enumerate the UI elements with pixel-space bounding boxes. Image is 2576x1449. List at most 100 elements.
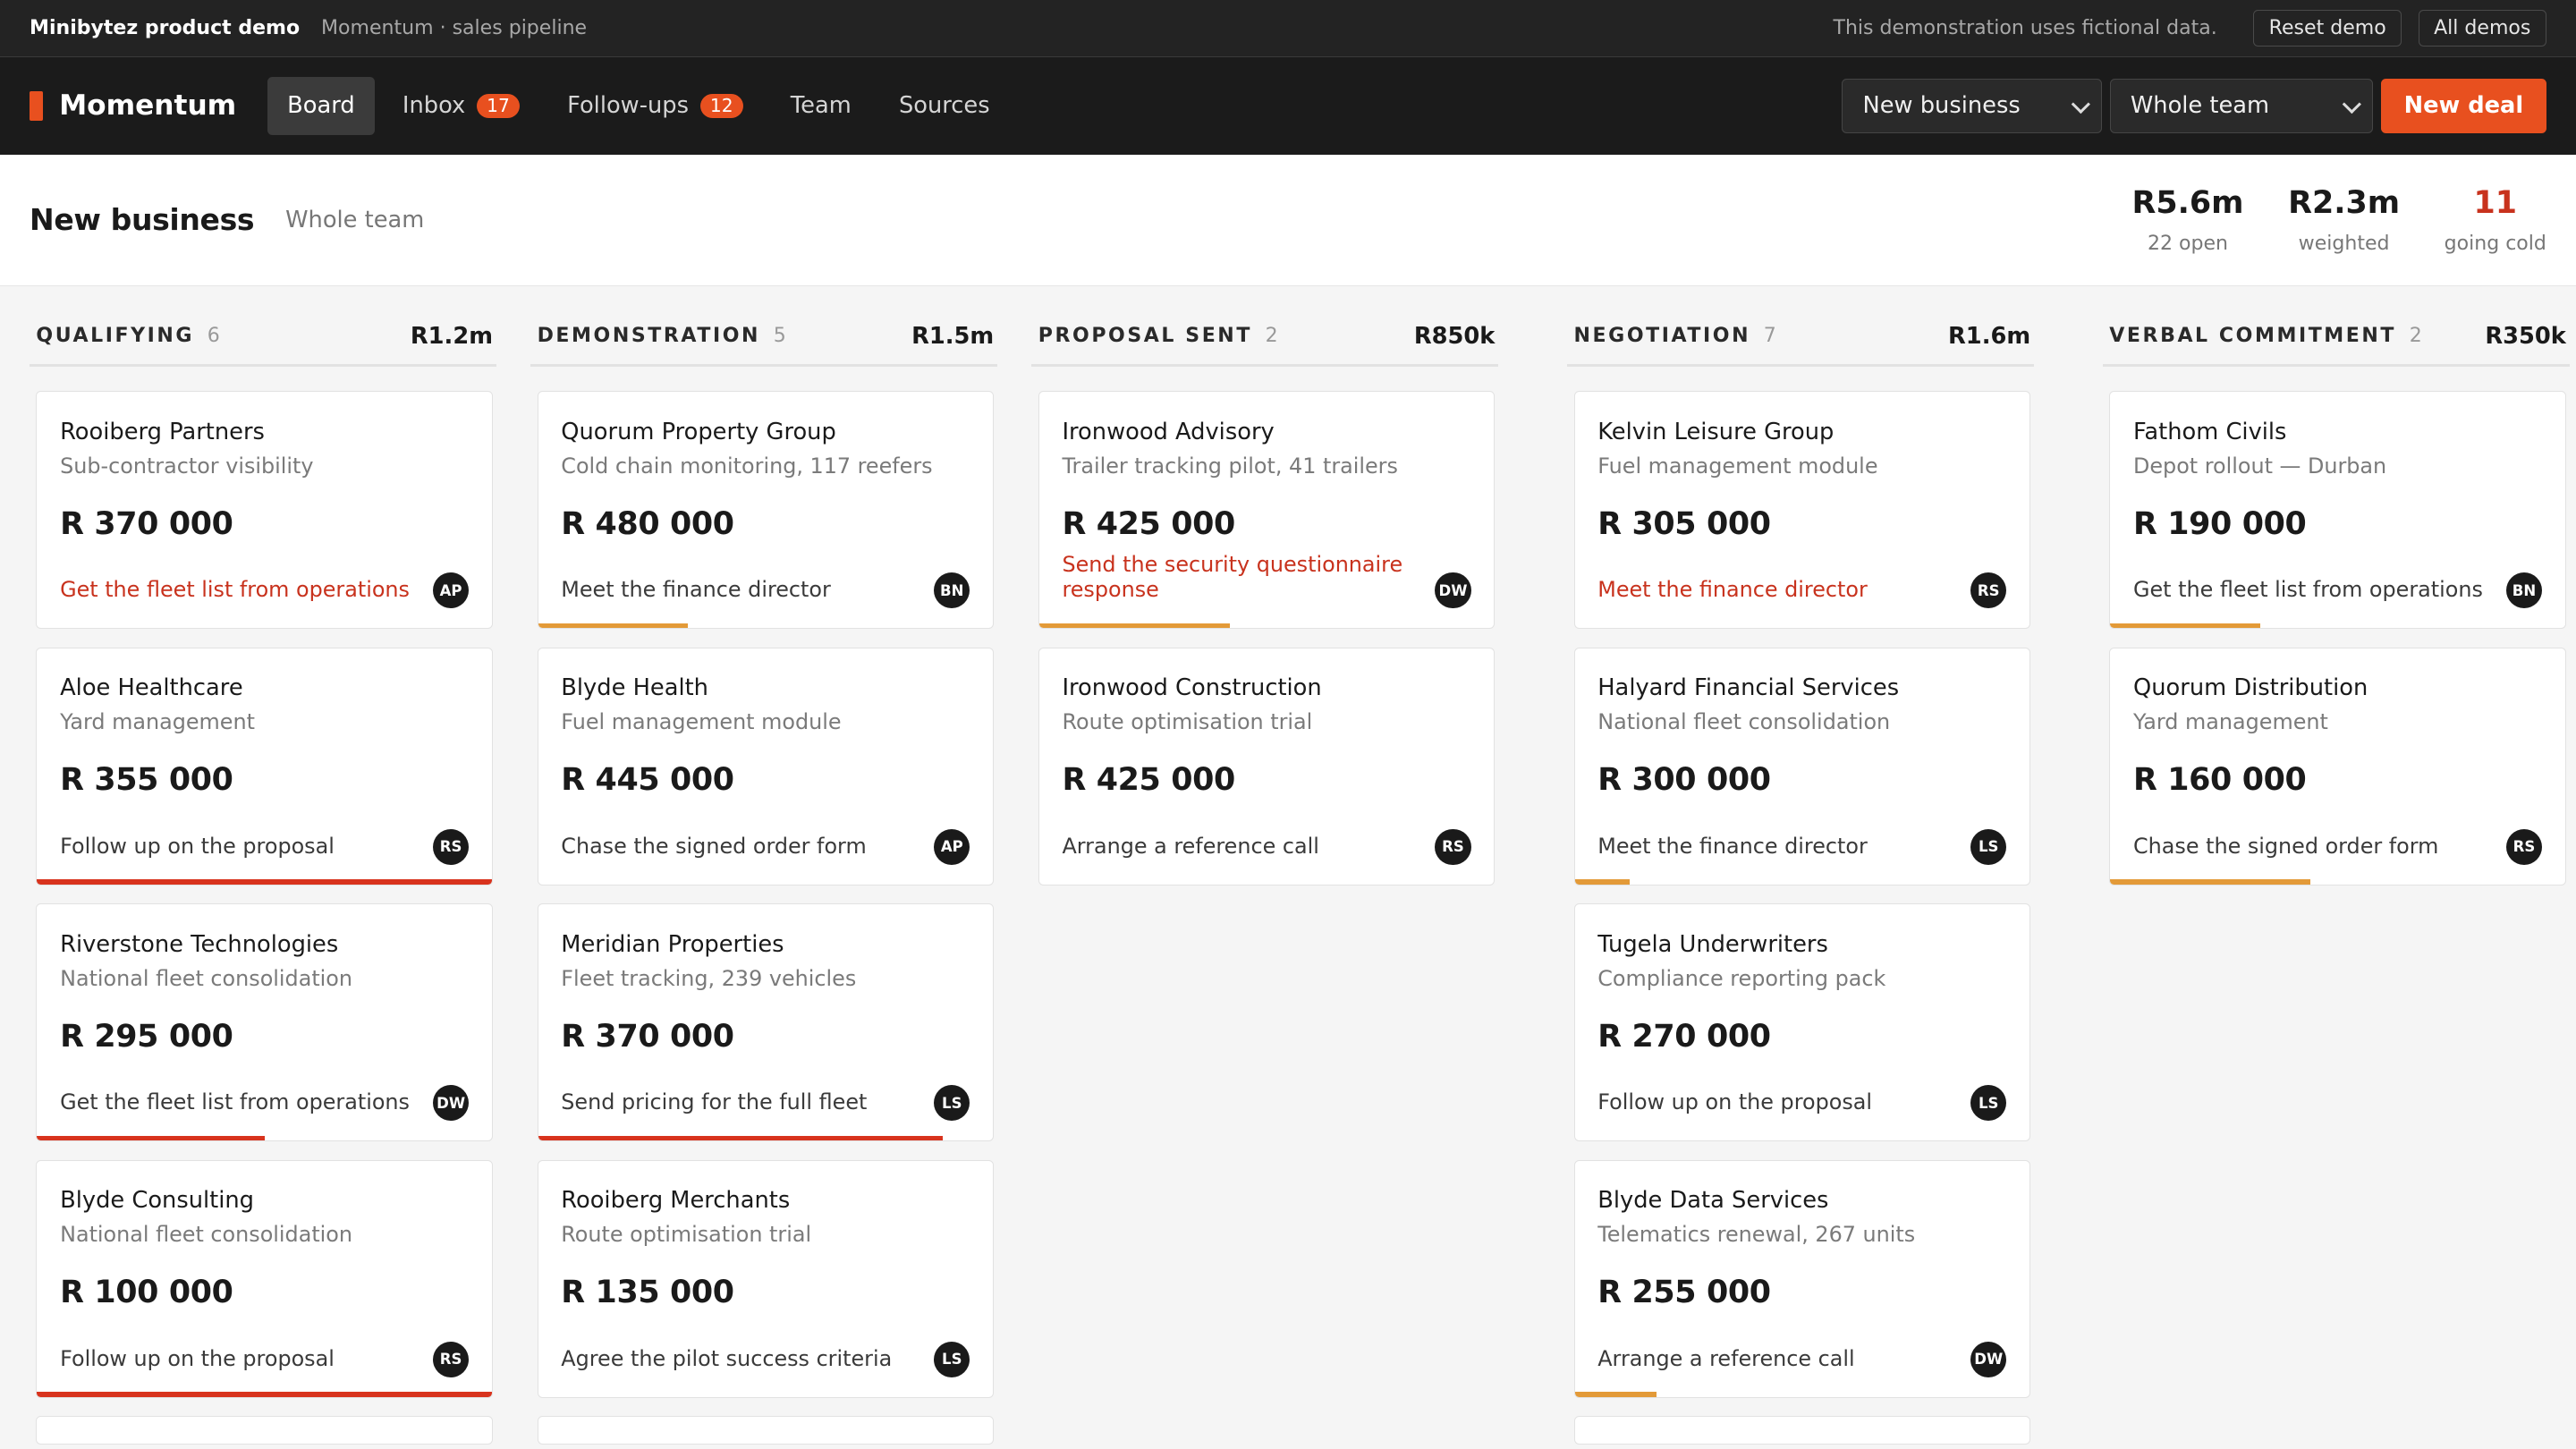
owner-avatar[interactable]: DW — [1435, 572, 1471, 609]
chevron-down-icon — [2072, 95, 2091, 114]
nav-sources[interactable]: Sources — [879, 77, 1010, 134]
nav-board[interactable]: Board — [267, 77, 375, 135]
owner-avatar[interactable]: LS — [934, 1341, 970, 1377]
owner-avatar[interactable]: DW — [1970, 1341, 2007, 1377]
team-select[interactable]: Whole team — [2109, 79, 2373, 133]
deal-description: Fuel management module — [561, 709, 842, 735]
pipeline-select[interactable]: New business — [1842, 79, 2102, 133]
stat-going-cold[interactable]: 11 going cold — [2445, 185, 2546, 255]
owner-avatar[interactable]: BN — [2505, 572, 2543, 609]
app-logo[interactable]: Momentum — [30, 89, 236, 122]
pipeline-column: VERBAL COMMITMENT 2 R350k Fathom Civils Depo… — [2102, 309, 2570, 903]
stat-weighted-label: weighted — [2298, 232, 2390, 255]
owner-avatar[interactable]: AP — [934, 828, 970, 865]
logo-mark-icon — [30, 90, 43, 121]
owner-avatar[interactable]: RS — [432, 828, 470, 865]
pipeline-select-value: New business — [1862, 92, 2021, 120]
deal-next-action: Meet the finance director — [561, 577, 831, 603]
pipeline-column: NEGOTIATION 7 R1.6m Kelvin Leisure Group Fue… — [1567, 309, 2034, 1449]
deal-next-action: Arrange a reference call — [1062, 833, 1319, 859]
deal-card[interactable]: Quorum Property Group Cold chain monitori… — [537, 391, 995, 630]
owner-avatar[interactable]: RS — [2505, 828, 2543, 865]
deal-age-bar — [37, 879, 492, 885]
deal-amount: R 255 000 — [1597, 1275, 1771, 1311]
deal-next-action: Follow up on the proposal — [60, 1345, 335, 1371]
column-count: 6 — [207, 325, 220, 348]
deal-description: Cold chain monitoring, 117 reefers — [561, 453, 933, 479]
deal-card[interactable]: Kelvin Leisure Group Fuel management modu… — [1573, 391, 2031, 630]
page-scope: Whole team — [285, 206, 425, 233]
deal-card-partial[interactable] — [36, 1416, 493, 1445]
deal-card[interactable]: Blyde Health Fuel management module R 445 … — [537, 647, 995, 886]
pipeline-column: DEMONSTRATION 5 R1.5m Quorum Property Group… — [530, 309, 997, 1449]
owner-avatar[interactable]: RS — [1435, 828, 1471, 865]
column-count: 5 — [773, 325, 786, 348]
deal-age-bar — [1574, 1392, 1657, 1397]
followups-count-badge: 12 — [699, 93, 743, 119]
owner-avatar[interactable]: LS — [934, 1085, 970, 1122]
column-count: 7 — [1763, 325, 1776, 348]
owner-avatar[interactable]: RS — [432, 1341, 470, 1377]
deal-card[interactable]: Rooiberg Partners Sub-contractor visibili… — [36, 391, 493, 630]
deal-age-bar — [37, 1392, 492, 1397]
owner-avatar[interactable]: AP — [432, 572, 470, 609]
all-demos-button[interactable]: All demos — [2418, 9, 2546, 47]
owner-avatar[interactable]: BN — [934, 572, 970, 609]
owner-avatar[interactable]: LS — [1970, 828, 2007, 865]
page-header: New business Whole team R5.6m 22 open R2… — [0, 154, 2576, 286]
deal-next-action: Arrange a reference call — [1597, 1345, 1855, 1371]
deal-age-bar — [538, 1135, 944, 1141]
inbox-count-badge: 17 — [477, 93, 520, 119]
owner-avatar[interactable]: RS — [1970, 572, 2007, 609]
stat-open-value: R5.6m — [2131, 184, 2244, 221]
column-total: R1.6m — [1948, 322, 2031, 350]
deal-card[interactable]: Meridian Properties Fleet tracking, 239 v… — [537, 903, 995, 1142]
deal-card[interactable]: Aloe Healthcare Yard management R 355 000 F… — [36, 647, 493, 886]
deal-age-bar — [1038, 623, 1231, 629]
new-deal-button[interactable]: New deal — [2380, 79, 2546, 133]
deal-company: Halyard Financial Services — [1597, 674, 1900, 702]
nav-board-label: Board — [287, 92, 355, 120]
deal-amount: R 370 000 — [561, 1018, 734, 1055]
owner-avatar[interactable]: DW — [432, 1085, 470, 1122]
nav-followups-label: Follow-ups — [567, 92, 689, 120]
deal-amount: R 160 000 — [2133, 762, 2307, 799]
page-title: New business — [30, 202, 255, 238]
reset-demo-button[interactable]: Reset demo — [2253, 9, 2402, 47]
deal-age-bar — [2110, 623, 2261, 629]
deal-amount: R 370 000 — [60, 505, 233, 542]
deal-card[interactable]: Ironwood Construction Route optimisation … — [1038, 647, 1496, 886]
nav-sources-label: Sources — [898, 92, 990, 120]
deal-description: National fleet consolidation — [1597, 709, 1891, 735]
nav-inbox[interactable]: Inbox 17 — [383, 77, 539, 134]
deal-description: Compliance reporting pack — [1597, 965, 1886, 991]
deal-card[interactable]: Rooiberg Merchants Route optimisation tri… — [537, 1159, 995, 1398]
deal-amount: R 100 000 — [60, 1275, 233, 1311]
deal-card[interactable]: Riverstone Technologies National fleet co… — [36, 903, 493, 1142]
deal-card[interactable]: Blyde Consulting National fleet consolida… — [36, 1159, 493, 1398]
deal-card[interactable]: Ironwood Advisory Trailer tracking pilot,… — [1038, 391, 1496, 630]
deal-company: Meridian Properties — [561, 930, 784, 958]
deal-card[interactable]: Tugela Underwriters Compliance reporting … — [1573, 903, 2031, 1142]
deal-card[interactable]: Halyard Financial Services National fleet… — [1573, 647, 2031, 886]
deal-card[interactable]: Fathom Civils Depot rollout — Durban R 190… — [2109, 391, 2566, 630]
owner-avatar[interactable]: LS — [1970, 1085, 2007, 1122]
deal-description: Sub-contractor visibility — [60, 453, 314, 479]
column-header: NEGOTIATION 7 R1.6m — [1567, 309, 2034, 367]
deal-company: Blyde Health — [561, 674, 708, 702]
deal-description: National fleet consolidation — [60, 965, 353, 991]
nav-followups[interactable]: Follow-ups 12 — [547, 77, 763, 134]
deal-card[interactable]: Blyde Data Services Telematics renewal, 2… — [1573, 1159, 2031, 1398]
column-name: DEMONSTRATION — [537, 325, 761, 348]
deal-card-partial[interactable] — [537, 1416, 995, 1445]
deal-company: Aloe Healthcare — [60, 674, 243, 702]
column-header: DEMONSTRATION 5 R1.5m — [530, 309, 997, 367]
column-name: QUALIFYING — [36, 325, 195, 348]
nav-team[interactable]: Team — [771, 77, 871, 134]
deal-company: Fathom Civils — [2133, 418, 2287, 445]
deal-card[interactable]: Quorum Distribution Yard management R 160 … — [2109, 647, 2566, 886]
deal-company: Blyde Consulting — [60, 1187, 254, 1215]
deal-next-action: Send pricing for the full fleet — [561, 1089, 868, 1115]
deal-card-partial[interactable] — [1573, 1416, 2031, 1445]
deal-amount: R 270 000 — [1597, 1018, 1771, 1055]
